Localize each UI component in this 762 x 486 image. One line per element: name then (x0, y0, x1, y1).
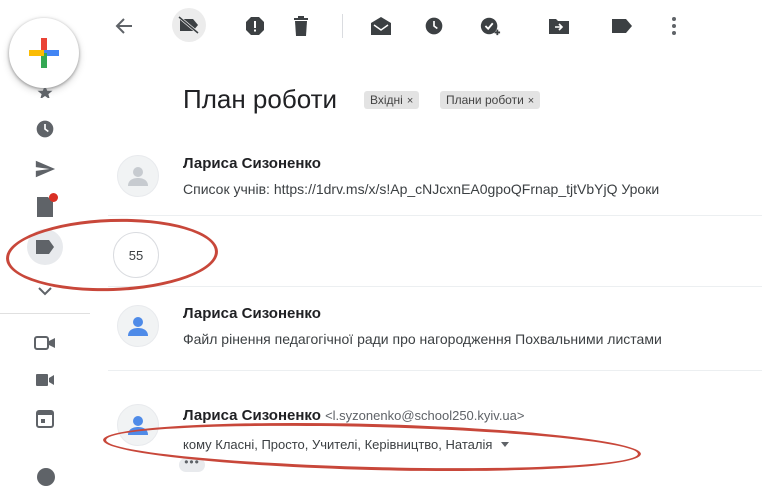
video-icon[interactable] (33, 368, 57, 392)
message-sender[interactable]: Лариса Сизоненко (183, 305, 321, 322)
message-divider (108, 370, 762, 371)
person-icon (128, 167, 148, 186)
compose-button[interactable] (9, 18, 79, 88)
mark-unread-icon[interactable] (367, 12, 395, 40)
notification-dot (49, 193, 58, 202)
message-snippet[interactable]: Список учнів: https://1drv.ms/x/s!Ap_cNJ… (183, 181, 659, 197)
plus-icon (29, 38, 59, 68)
message-snippet[interactable]: Файл рінення педагогічної ради про нагор… (183, 331, 662, 347)
more-vert-icon[interactable] (660, 12, 688, 40)
toolbar-separator (342, 14, 343, 38)
label-chip-inbox[interactable]: Вхідні × (364, 91, 420, 109)
report-spam-icon[interactable] (241, 12, 269, 40)
message-divider (108, 215, 762, 216)
label-chip-text: Плани роботи (446, 93, 524, 107)
snooze-icon[interactable] (420, 12, 448, 40)
person-icon (128, 317, 148, 336)
remove-label-icon[interactable]: × (528, 95, 534, 107)
label-icon[interactable] (608, 12, 636, 40)
new-meeting-icon[interactable] (33, 331, 57, 355)
thread-subject: План роботи (183, 84, 338, 114)
message-sender-line[interactable]: Лариса Сизоненко <l.syzonenko@school250.… (183, 407, 524, 424)
avatar[interactable] (117, 155, 159, 197)
message-divider (108, 286, 762, 287)
back-arrow-icon[interactable] (110, 12, 138, 40)
add-task-icon[interactable] (476, 12, 504, 40)
rail-divider (0, 313, 90, 314)
draft-icon[interactable] (33, 193, 58, 219)
remove-label-icon[interactable]: × (407, 95, 413, 107)
star-icon[interactable] (33, 88, 57, 98)
sender-email: <l.syzonenko@school250.kyiv.ua> (325, 408, 525, 423)
message-sender[interactable]: Лариса Сизоненко (183, 155, 321, 172)
send-icon[interactable] (33, 157, 57, 181)
delete-icon[interactable] (287, 12, 315, 40)
message-sender: Лариса Сизоненко (183, 407, 321, 424)
clock-icon[interactable] (33, 117, 57, 141)
annotation-ellipse-labels (4, 215, 220, 295)
calendar-icon[interactable] (33, 406, 57, 430)
label-off-icon[interactable] (175, 11, 203, 39)
label-chip-text: Вхідні (370, 93, 403, 107)
account-icon[interactable] (37, 468, 55, 486)
label-chip-plans[interactable]: Плани роботи × (440, 91, 541, 109)
move-to-icon[interactable] (545, 12, 573, 40)
avatar[interactable] (117, 305, 159, 347)
